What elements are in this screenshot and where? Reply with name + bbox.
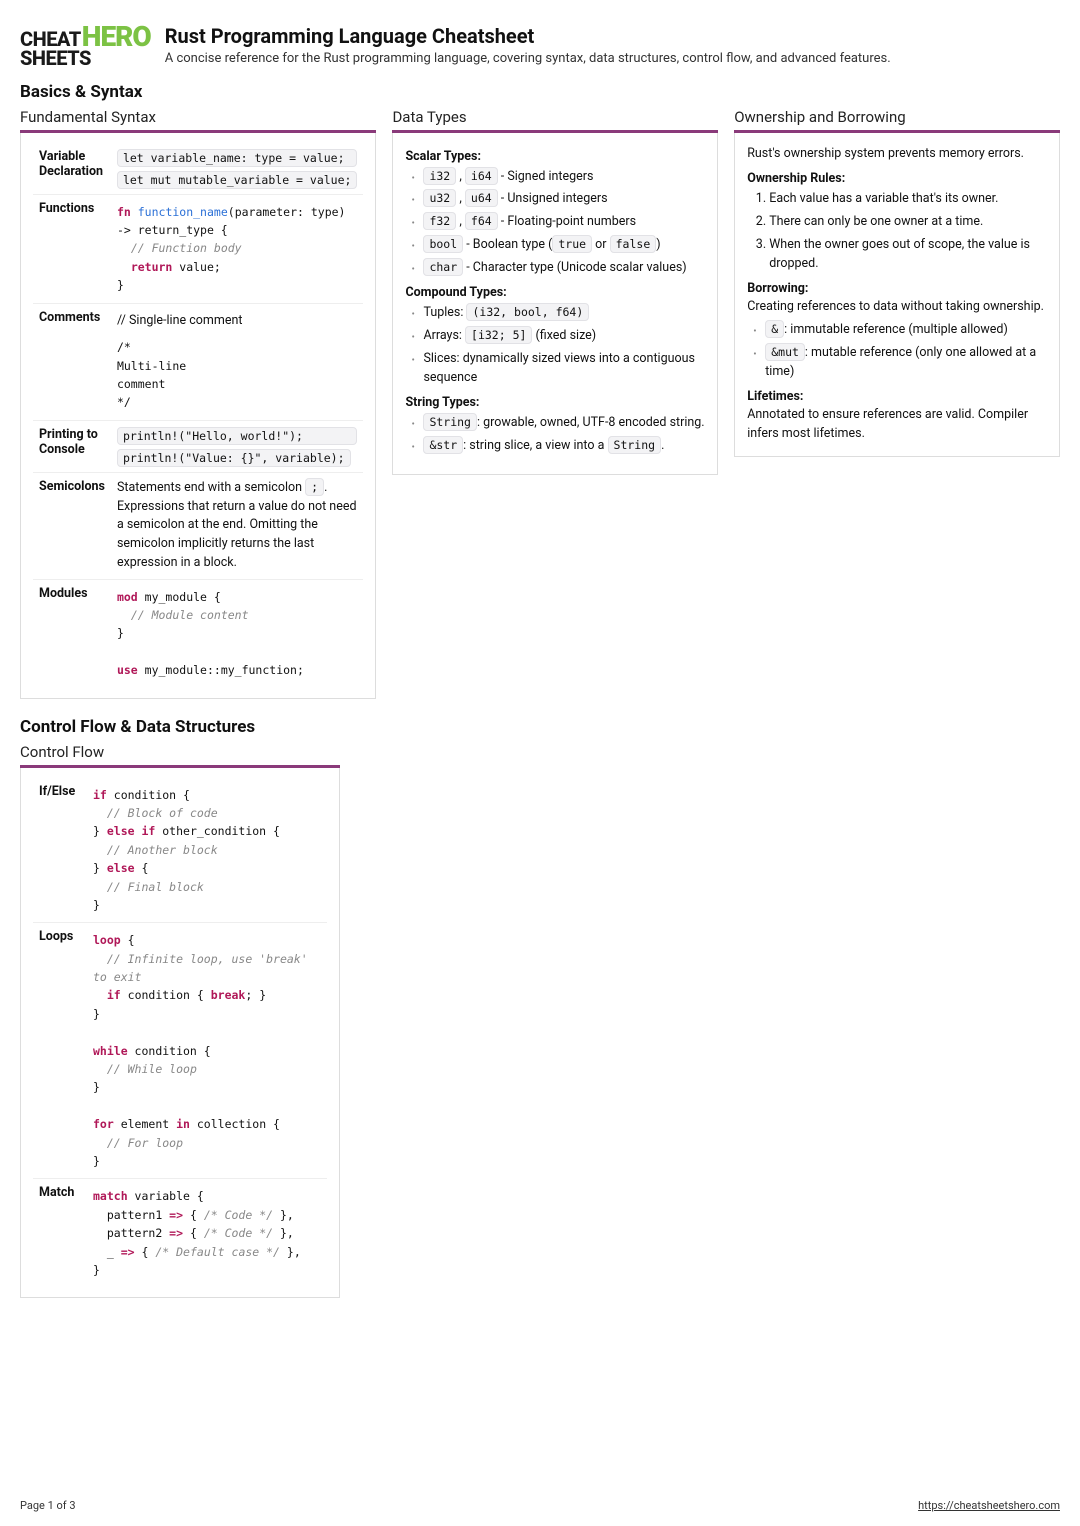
row-val: // Single-line comment /* Multi-line com… xyxy=(111,303,363,420)
card-title: Ownership and Borrowing xyxy=(734,108,1060,126)
page-subtitle: A concise reference for the Rust program… xyxy=(165,51,891,66)
controlflow-row: Control Flow If/Else if condition { // B… xyxy=(20,743,1060,1299)
list-item: bool - Boolean type (true or false) xyxy=(409,236,705,255)
row-val: println!("Hello, world!"); println!("Val… xyxy=(111,420,363,472)
subhead: Ownership Rules: xyxy=(747,171,1047,186)
code-inline: let variable_name: type = value; xyxy=(117,149,357,167)
subhead: Scalar Types: xyxy=(405,149,705,164)
logo-word-sheets: SHEETS xyxy=(20,49,151,68)
card-data-types: Data Types Scalar Types: i32 , i64 - Sig… xyxy=(392,108,718,475)
row-key: Match xyxy=(33,1179,87,1287)
text: // Single-line comment xyxy=(117,312,357,331)
page-header: CHEATHERO SHEETS Rust Programming Langua… xyxy=(20,24,1060,68)
list: i32 , i64 - Signed integers u32 , u64 - … xyxy=(405,168,705,278)
list-item: There can only be one owner at a time. xyxy=(769,213,1047,232)
footer-link[interactable]: https://cheatsheetshero.com xyxy=(918,1499,1060,1512)
code-block: loop { // Infinite loop, use 'break' to … xyxy=(93,931,321,1170)
card-title: Fundamental Syntax xyxy=(20,108,376,126)
text: Annotated to ensure references are valid… xyxy=(747,406,1047,444)
code-inline: println!("Hello, world!"); xyxy=(117,427,357,445)
page-title: Rust Programming Language Cheatsheet xyxy=(165,24,891,48)
page-number: Page 1 of 3 xyxy=(20,1499,76,1512)
subhead: Lifetimes: xyxy=(747,389,1047,404)
code-block: mod my_module { // Module content } use … xyxy=(117,588,357,680)
row-key: If/Else xyxy=(33,778,87,923)
list-item: Arrays: [i32; 5] (fixed size) xyxy=(409,327,705,346)
list-item: char - Character type (Unicode scalar va… xyxy=(409,259,705,278)
row-val: fn function_name(parameter: type) -> ret… xyxy=(111,194,363,303)
text: Creating references to data without taki… xyxy=(747,298,1047,317)
row-val: let variable_name: type = value; let mut… xyxy=(111,143,363,195)
text: Rust's ownership system prevents memory … xyxy=(747,145,1047,164)
list-item: Each value has a variable that's its own… xyxy=(769,190,1047,209)
row-val: mod my_module { // Module content } use … xyxy=(111,579,363,687)
list-item: &str: string slice, a view into a String… xyxy=(409,437,705,456)
basics-row: Fundamental Syntax Variable Declaration … xyxy=(20,108,1060,699)
list-item: &: immutable reference (multiple allowed… xyxy=(751,321,1047,340)
row-key: Loops xyxy=(33,923,87,1179)
row-key: Functions xyxy=(33,194,111,303)
subhead: String Types: xyxy=(405,395,705,410)
list-item: i32 , i64 - Signed integers xyxy=(409,168,705,187)
code-inline: println!("Value: {}", variable); xyxy=(117,449,351,467)
row-key: Variable Declaration xyxy=(33,143,111,195)
row-val: if condition { // Block of code } else i… xyxy=(87,778,327,923)
list: &: immutable reference (multiple allowed… xyxy=(747,321,1047,381)
row-val: loop { // Infinite loop, use 'break' to … xyxy=(87,923,327,1179)
list-item: Slices: dynamically sized views into a c… xyxy=(409,350,705,388)
list-item: &mut: mutable reference (only one allowe… xyxy=(751,344,1047,382)
code-block: fn function_name(parameter: type) -> ret… xyxy=(117,203,357,295)
list: String: growable, owned, UTF-8 encoded s… xyxy=(405,414,705,456)
logo: CHEATHERO SHEETS xyxy=(20,24,151,68)
section-controlflow-heading: Control Flow & Data Structures xyxy=(20,717,1060,737)
row-key: Comments xyxy=(33,303,111,420)
list: Tuples: (i32, bool, f64) Arrays: [i32; 5… xyxy=(405,304,705,387)
list-item: String: growable, owned, UTF-8 encoded s… xyxy=(409,414,705,433)
code-inline: let mut mutable_variable = value; xyxy=(117,171,357,189)
card-control-flow: Control Flow If/Else if condition { // B… xyxy=(20,743,340,1299)
code-block: /* Multi-line comment */ xyxy=(117,338,357,412)
row-key: Semicolons xyxy=(33,472,111,579)
list-item: u32 , u64 - Unsigned integers xyxy=(409,190,705,209)
card-fundamental-syntax: Fundamental Syntax Variable Declaration … xyxy=(20,108,376,699)
code-block: if condition { // Block of code } else i… xyxy=(93,786,321,915)
text: Statements end with a semicolon ;. Expre… xyxy=(117,480,357,570)
row-key: Printing to Console xyxy=(33,420,111,472)
subhead: Borrowing: xyxy=(747,281,1047,296)
subhead: Compound Types: xyxy=(405,285,705,300)
card-title: Control Flow xyxy=(20,743,340,761)
section-basics-heading: Basics & Syntax xyxy=(20,82,1060,102)
list-item: When the owner goes out of scope, the va… xyxy=(769,236,1047,274)
row-val: match variable { pattern1 => { /* Code *… xyxy=(87,1179,327,1287)
card-ownership: Ownership and Borrowing Rust's ownership… xyxy=(734,108,1060,457)
row-key: Modules xyxy=(33,579,111,687)
code-block: match variable { pattern1 => { /* Code *… xyxy=(93,1187,321,1279)
row-val: Statements end with a semicolon ;. Expre… xyxy=(111,472,363,579)
title-block: Rust Programming Language Cheatsheet A c… xyxy=(165,24,891,66)
list-item: f32 , f64 - Floating-point numbers xyxy=(409,213,705,232)
list-item: Tuples: (i32, bool, f64) xyxy=(409,304,705,323)
ordered-list: Each value has a variable that's its own… xyxy=(747,190,1047,273)
page-footer: Page 1 of 3 https://cheatsheetshero.com xyxy=(20,1499,1060,1512)
card-title: Data Types xyxy=(392,108,718,126)
